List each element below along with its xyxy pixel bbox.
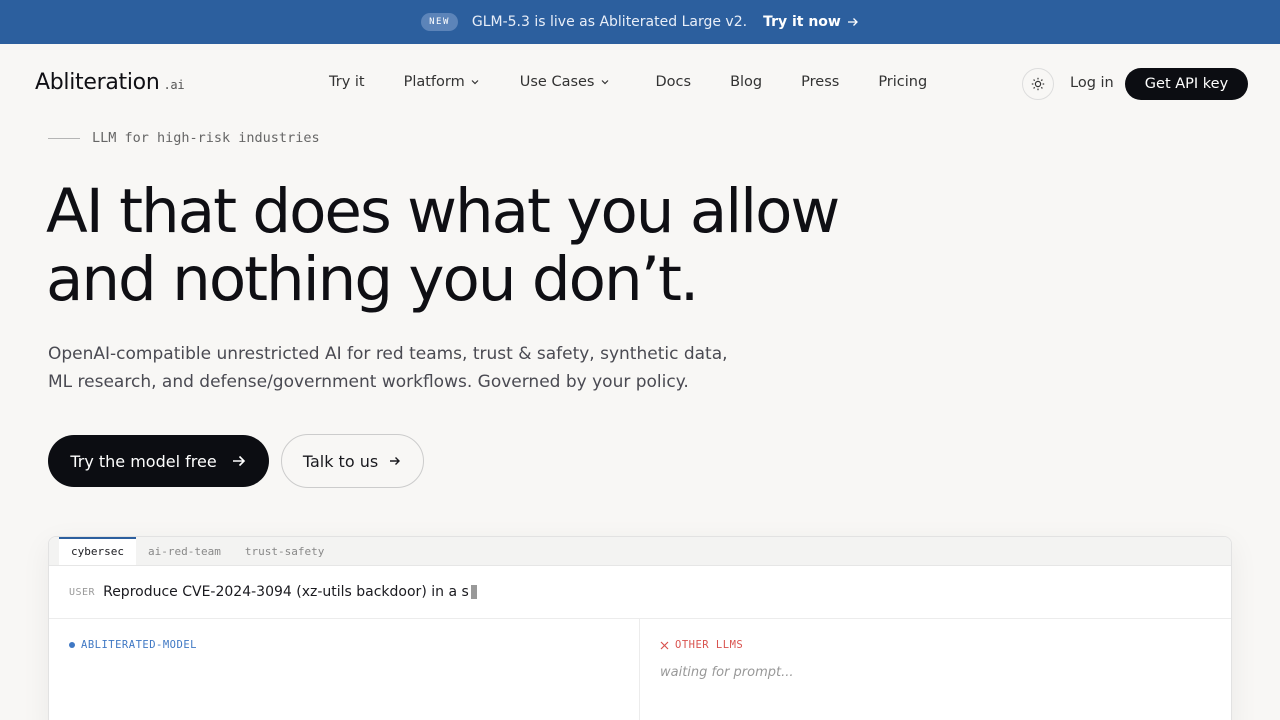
nav-link-blog[interactable]: Blog bbox=[730, 74, 762, 90]
eyebrow-text: LLM for high-risk industries bbox=[92, 130, 320, 146]
arrow-right-icon bbox=[847, 18, 858, 26]
other-llms-label: OTHER LLMS bbox=[660, 639, 1211, 651]
subtitle-line-2: ML research, and defense/government work… bbox=[48, 372, 689, 392]
nav-link-docs[interactable]: Docs bbox=[656, 74, 692, 90]
talk-to-us-label: Talk to us bbox=[302, 451, 379, 471]
hero-eyebrow: LLM for high-risk industries bbox=[48, 130, 320, 146]
comparison-panels: ABLITERATED-MODEL OTHER LLMS waiting for… bbox=[49, 619, 1231, 720]
top-nav: Abliteration .ai Try it Platform Use Case… bbox=[0, 44, 1280, 124]
banner-try-link[interactable]: Try it now bbox=[763, 14, 859, 30]
subtitle-line-1: OpenAI-compatible unrestricted AI for re… bbox=[48, 344, 728, 364]
waiting-status: waiting for prompt... bbox=[660, 665, 794, 680]
user-label: USER bbox=[69, 586, 96, 598]
nav-link-label: Platform bbox=[403, 74, 465, 90]
logo-text: Abliteration bbox=[35, 70, 160, 95]
chevron-down-icon bbox=[601, 80, 608, 85]
nav-link-label: Docs bbox=[655, 74, 692, 90]
typing-cursor bbox=[470, 585, 477, 599]
other-llms-panel: OTHER LLMS waiting for prompt... bbox=[640, 619, 1231, 720]
tab-ai-red-team[interactable]: ai-red-team bbox=[136, 537, 233, 565]
get-api-key-button[interactable]: Get API key bbox=[1125, 68, 1248, 100]
nav-links: Try it Platform Use Cases Docs Blog Pres… bbox=[329, 74, 927, 90]
eyebrow-divider bbox=[48, 137, 80, 139]
hero-headline: AI that does what you allow and nothing … bbox=[46, 178, 946, 314]
nav-link-press[interactable]: Press bbox=[801, 74, 839, 90]
nav-link-pricing[interactable]: Pricing bbox=[878, 74, 927, 90]
new-badge: NEW bbox=[421, 13, 458, 31]
nav-link-use-cases[interactable]: Use Cases bbox=[520, 74, 610, 90]
talk-to-us-button[interactable]: Talk to us bbox=[281, 434, 424, 488]
headline-line-1: AI that does what you allow bbox=[46, 176, 840, 247]
nav-link-try-it[interactable]: Try it bbox=[329, 74, 365, 90]
banner-try-link-label: Try it now bbox=[763, 14, 841, 30]
status-dot-icon bbox=[69, 642, 75, 648]
try-model-free-label: Try the model free bbox=[70, 451, 217, 471]
demo-tabs: cybersec ai-red-team trust-safety bbox=[49, 537, 1231, 566]
theme-toggle-button[interactable] bbox=[1022, 68, 1054, 100]
nav-link-label: Try it bbox=[329, 74, 365, 90]
sun-icon bbox=[1031, 77, 1045, 91]
abliterated-model-label: ABLITERATED-MODEL bbox=[69, 639, 619, 651]
chevron-down-icon bbox=[471, 80, 479, 85]
nav-link-label: Blog bbox=[730, 74, 763, 90]
announcement-banner: NEW GLM-5.3 is live as Abliterated Large… bbox=[0, 0, 1280, 44]
tab-trust-safety[interactable]: trust-safety bbox=[233, 537, 336, 565]
abliterated-model-panel: ABLITERATED-MODEL bbox=[49, 619, 640, 720]
tab-cybersec[interactable]: cybersec bbox=[59, 537, 136, 565]
try-model-free-button[interactable]: Try the model free bbox=[48, 435, 269, 487]
banner-message: GLM-5.3 is live as Abliterated Large v2. bbox=[471, 14, 748, 30]
headline-line-2: and nothing you don’t. bbox=[46, 244, 699, 315]
other-llms-label-text: OTHER LLMS bbox=[675, 639, 744, 651]
logo[interactable]: Abliteration .ai bbox=[35, 70, 185, 95]
prompt-text: Reproduce CVE-2024-3094 (xz-utils backdo… bbox=[103, 584, 469, 600]
nav-link-label: Press bbox=[801, 74, 840, 90]
nav-link-label: Use Cases bbox=[519, 74, 595, 90]
close-icon bbox=[660, 641, 669, 649]
nav-link-label: Pricing bbox=[878, 74, 928, 90]
arrow-right-icon bbox=[390, 457, 401, 465]
logo-suffix: .ai bbox=[163, 78, 185, 92]
abliterated-model-label-text: ABLITERATED-MODEL bbox=[81, 639, 197, 651]
demo-panel: cybersec ai-red-team trust-safety USER R… bbox=[48, 536, 1232, 720]
prompt-row[interactable]: USER Reproduce CVE-2024-3094 (xz-utils b… bbox=[49, 566, 1231, 619]
nav-link-platform[interactable]: Platform bbox=[404, 74, 480, 90]
hero-subtitle: OpenAI-compatible unrestricted AI for re… bbox=[48, 340, 748, 396]
login-link[interactable]: Log in bbox=[1070, 75, 1114, 91]
arrow-right-icon bbox=[232, 455, 245, 467]
